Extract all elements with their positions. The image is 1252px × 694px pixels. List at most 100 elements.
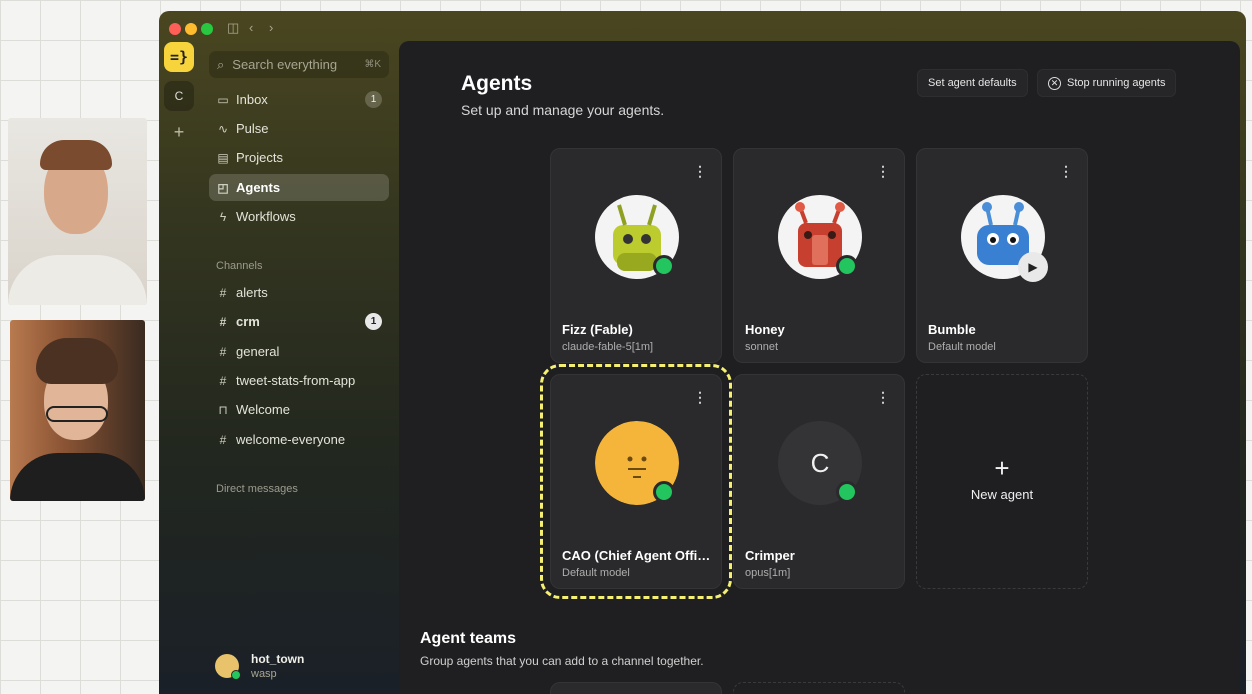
nav-item-pulse[interactable]: ∿ Pulse [209,115,389,142]
set-agent-defaults-button[interactable]: Set agent defaults [917,69,1028,97]
page-title: Agents [461,72,533,95]
unread-badge: 1 [365,91,382,108]
workspace-switcher[interactable]: C [164,81,194,111]
agent-name: Fizz (Fable) [562,322,633,337]
unread-badge: 1 [365,313,382,330]
online-status-dot [653,481,675,503]
sidebar-toggle-icon[interactable]: ◫ [227,20,239,36]
hash-icon: # [219,285,227,300]
channel-label: tweet-stats-from-app [236,373,356,388]
more-options-icon[interactable]: ⋮ [1059,163,1073,180]
channel-label: alerts [236,285,268,300]
inbox-icon: ▭ [217,92,229,107]
lightning-icon: ϟ [219,209,227,224]
forward-icon[interactable]: › [269,20,273,35]
team-card[interactable] [550,682,722,694]
search-shortcut: ⌘K [364,59,381,70]
current-user[interactable]: hot_town wasp [215,652,304,680]
plus-icon: + [994,453,1010,483]
search-input[interactable]: ⌕ Search everything ⌘K [209,51,389,78]
online-status-dot [653,255,675,277]
hash-icon: # [219,432,227,447]
online-status-dot [836,255,858,277]
hash-icon: # [219,373,227,388]
shirt [10,453,145,501]
agents-icon: ◰ [217,180,229,195]
agent-card-crimper[interactable]: ⋮ C Crimper opus[1m] [733,374,905,589]
stop-running-agents-button[interactable]: ✕ Stop running agents [1037,69,1177,97]
search-icon: ⌕ [217,56,225,72]
hash-icon: # [219,344,227,359]
new-team-card[interactable] [733,682,905,694]
channels-heading: Channels [216,260,263,272]
new-agent-card[interactable]: + New agent [916,374,1088,589]
video-tile-participant-1 [8,118,147,305]
close-window-button[interactable] [169,23,181,35]
more-options-icon[interactable]: ⋮ [876,389,890,406]
avatar [215,654,241,680]
channel-item-welcome-everyone[interactable]: # welcome-everyone [209,426,389,453]
channel-label: general [236,344,280,359]
channel-label: welcome-everyone [236,432,346,447]
agent-card-honey[interactable]: ⋮ Honey sonnet [733,148,905,363]
more-options-icon[interactable]: ⋮ [693,163,707,180]
agent-teams-subtitle: Group agents that you can add to a chann… [420,654,704,668]
agent-model: Default model [928,341,996,353]
nav-item-workflows[interactable]: ϟ Workflows [209,203,389,230]
titlebar: ◫ ‹ › [159,11,1246,43]
nav-item-agents[interactable]: ◰ Agents [209,174,389,201]
agent-model: Default model [562,567,630,579]
nav-label: Projects [236,150,283,165]
agent-name: CAO (Chief Agent Offic... [562,548,712,563]
nav-label: Agents [236,180,281,195]
agent-card-bumble[interactable]: ⋮ ▶ Bumble Default model [916,148,1088,363]
channel-label: Welcome [236,402,290,417]
online-status-dot [836,481,858,503]
play-icon[interactable]: ▶ [1018,252,1048,282]
app-window: ◫ ‹ › =} C + ⌕ Search everything ⌘K ▭ In… [159,11,1246,694]
nav-item-inbox[interactable]: ▭ Inbox 1 [209,86,389,113]
more-options-icon[interactable]: ⋮ [693,389,707,406]
channel-item-tweet-stats-from-app[interactable]: # tweet-stats-from-app [209,367,389,394]
new-agent-label: New agent [970,487,1034,502]
direct-messages-heading: Direct messages [216,483,298,495]
channel-label: crm [236,314,260,329]
shirt [8,255,147,305]
more-options-icon[interactable]: ⋮ [876,163,890,180]
agent-model: claude-fable-5[1m] [562,341,654,353]
minimize-window-button[interactable] [185,23,197,35]
agent-model: opus[1m] [745,567,791,579]
user-workspace: wasp [251,668,277,680]
agent-teams-heading: Agent teams [420,630,517,647]
channel-item-alerts[interactable]: # alerts [209,279,389,306]
nav-label: Workflows [236,209,296,224]
nav-item-projects[interactable]: ▤ Projects [209,144,389,171]
stop-circle-icon: ✕ [1048,76,1061,90]
maximize-window-button[interactable] [201,23,213,35]
hair [36,338,118,384]
back-icon[interactable]: ‹ [249,20,253,35]
projects-icon: ▤ [217,150,229,165]
nav-label: Inbox [236,92,268,107]
agent-card-fizz[interactable]: ⋮ Fizz (Fable) claude-fable-5[1m] [550,148,722,363]
agent-name: Honey [745,322,785,337]
button-label: Set agent defaults [928,77,1017,89]
add-workspace-icon[interactable]: + [164,117,194,147]
nav-label: Pulse [236,121,269,136]
app-logo[interactable]: =} [164,42,194,72]
search-placeholder: Search everything [232,57,338,72]
glasses [46,406,108,422]
video-tile-participant-2 [10,320,145,501]
channel-item-general[interactable]: # general [209,338,389,365]
agent-name: Bumble [928,322,976,337]
hair [40,140,112,170]
channel-item-welcome[interactable]: ⊓ Welcome [209,396,389,423]
pulse-icon: ∿ [217,121,229,136]
hash-icon: # [219,314,227,329]
agent-model: sonnet [745,341,779,353]
agent-card-cao[interactable]: ⋮ CAO (Chief Agent Offic... Default mode… [540,364,732,599]
lock-icon: ⊓ [218,402,228,417]
page-subtitle: Set up and manage your agents. [461,102,665,118]
button-label: Stop running agents [1067,77,1166,89]
channel-item-crm[interactable]: # crm 1 [209,308,389,335]
